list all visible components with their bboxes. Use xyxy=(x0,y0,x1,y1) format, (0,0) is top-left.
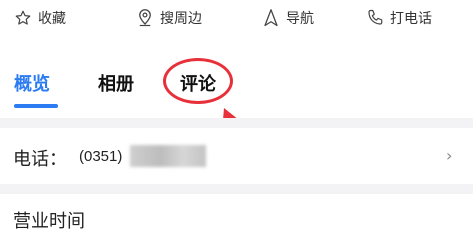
tab-photos[interactable]: 相册 xyxy=(98,70,134,96)
navigate-label: 导航 xyxy=(286,11,314,27)
location-pin-icon xyxy=(136,8,154,28)
navigation-arrow-icon xyxy=(262,8,280,28)
search-nearby-button[interactable]: 搜周边 xyxy=(136,5,202,31)
section-divider xyxy=(0,184,473,194)
business-hours-label: 营业时间 xyxy=(13,211,85,232)
favorite-button[interactable]: 收藏 xyxy=(14,5,66,31)
search-nearby-label: 搜周边 xyxy=(160,11,202,27)
active-tab-indicator xyxy=(14,104,58,108)
section-divider xyxy=(0,118,473,128)
blurred-number xyxy=(130,145,206,167)
action-bar: 收藏 搜周边 导航 打电话 xyxy=(0,0,473,36)
favorite-label: 收藏 xyxy=(38,11,66,27)
call-button[interactable]: 打电话 xyxy=(366,5,432,31)
phone-label: 电话： xyxy=(13,149,67,170)
phone-icon xyxy=(366,8,384,28)
call-label: 打电话 xyxy=(390,11,432,27)
star-outline-icon xyxy=(14,9,32,27)
phone-number[interactable]: (0351) xyxy=(79,148,122,165)
phone-row[interactable] xyxy=(0,128,473,184)
chevron-right-icon: › xyxy=(446,146,453,165)
tab-overview[interactable]: 概览 xyxy=(14,70,50,96)
tab-reviews[interactable]: 评论 xyxy=(180,70,216,96)
tab-bar: 概览 相册 评论 xyxy=(0,52,473,112)
navigate-button[interactable]: 导航 xyxy=(262,5,314,31)
